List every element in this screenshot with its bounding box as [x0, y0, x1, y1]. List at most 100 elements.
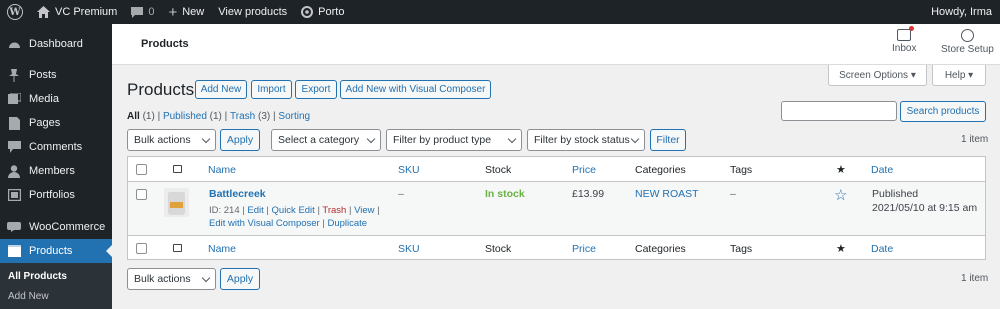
sidebar-item-dashboard[interactable]: Dashboard [0, 32, 112, 56]
product-thumbnail[interactable] [164, 188, 189, 217]
product-type-select[interactable]: Filter by product type [386, 129, 522, 151]
view-published-count: (1) [209, 111, 222, 122]
view-trash[interactable]: Trash [230, 111, 255, 122]
comments-link[interactable]: 0 [124, 0, 161, 24]
search-products-button[interactable]: Search products [900, 101, 986, 122]
product-sku: – [398, 188, 404, 200]
row-actions: ID: 214 | Edit | Quick Edit | Trash | Vi… [209, 205, 380, 229]
column-price[interactable]: Price [572, 164, 596, 176]
category-value: Select a category [278, 134, 360, 146]
porto-label: Porto [318, 6, 345, 18]
store-setup-button[interactable]: Store Setup [941, 29, 994, 55]
sidebar-label: Members [29, 165, 75, 177]
apply-button-bottom[interactable]: Apply [220, 268, 260, 290]
chevron-down-icon [201, 134, 211, 144]
add-new-visual-composer-button[interactable]: Add New with Visual Composer [340, 80, 491, 99]
category-link[interactable]: NEW ROAST [635, 188, 699, 200]
sidebar-item-portfolios[interactable]: Portfolios [0, 183, 112, 207]
column-categories: Categories [635, 243, 686, 255]
porto-link[interactable]: Porto [294, 0, 351, 24]
separator: | [221, 111, 231, 122]
bulk-actions-value: Bulk actions [134, 273, 191, 285]
bulk-actions-value: Bulk actions [134, 134, 191, 146]
trash-link[interactable]: Trash [322, 205, 346, 216]
column-date[interactable]: Date [871, 164, 893, 176]
item-count-bottom: 1 item [961, 273, 989, 284]
column-sku[interactable]: SKU [398, 243, 420, 255]
portfolio-icon [7, 188, 21, 202]
star-icon[interactable]: ★ [836, 163, 846, 176]
sidebar-item-media[interactable]: Media [0, 87, 112, 111]
product-tags: – [730, 188, 736, 200]
quick-edit-link[interactable]: Quick Edit [272, 205, 315, 216]
featured-star-icon[interactable]: ☆ [834, 186, 847, 204]
sidebar-item-pages[interactable]: Pages [0, 111, 112, 135]
inbox-label: Inbox [892, 43, 917, 54]
screen-options-label: Screen Options ▾ [839, 69, 916, 81]
search-input[interactable] [781, 101, 897, 121]
row-checkbox[interactable] [136, 189, 147, 200]
view-products-link[interactable]: View products [211, 0, 294, 24]
header-title: Products [141, 38, 189, 50]
add-new-button[interactable]: Add New [195, 80, 247, 99]
sidebar-item-products[interactable]: Products [0, 239, 112, 263]
publish-date: 2021/05/10 at 9:15 am [872, 202, 978, 214]
view-link[interactable]: View [354, 205, 374, 216]
apply-button-top[interactable]: Apply [220, 129, 260, 151]
woo-icon [7, 220, 21, 234]
new-content-link[interactable]: + New [161, 0, 211, 24]
progress-circle-icon [960, 29, 974, 42]
column-sku[interactable]: SKU [398, 164, 420, 176]
edit-visual-composer-link[interactable]: Edit with Visual Composer [209, 218, 320, 229]
stock-status: In stock [485, 188, 525, 200]
sidebar-item-members[interactable]: Members [0, 159, 112, 183]
column-name[interactable]: Name [208, 243, 236, 255]
sidebar-label: WooCommerce [29, 221, 106, 233]
export-button[interactable]: Export [295, 80, 337, 99]
stock-status-select[interactable]: Filter by stock status [527, 129, 645, 151]
column-tags: Tags [730, 243, 753, 255]
sidebar-item-posts[interactable]: Posts [0, 63, 112, 87]
stock-status-value: Filter by stock status [534, 134, 630, 146]
submenu-all-products[interactable]: All Products [0, 266, 112, 286]
column-categories: Categories [635, 164, 686, 176]
filter-button[interactable]: Filter [650, 129, 686, 151]
site-name-link[interactable]: VC Premium [30, 0, 124, 24]
comment-icon [7, 140, 21, 154]
products-icon [7, 244, 21, 258]
edit-link[interactable]: Edit [247, 205, 263, 216]
media-icon [7, 92, 21, 106]
duplicate-link[interactable]: Duplicate [327, 218, 367, 229]
product-name-link[interactable]: Battlecreek [209, 188, 266, 200]
screen-options-button[interactable]: Screen Options ▾ [828, 65, 927, 86]
submenu-add-new[interactable]: Add New [0, 286, 112, 306]
category-select[interactable]: Select a category [271, 129, 381, 151]
import-button[interactable]: Import [251, 80, 292, 99]
sidebar-item-woocommerce[interactable]: WooCommerce [0, 215, 112, 239]
column-price[interactable]: Price [572, 243, 596, 255]
chevron-down-icon [366, 134, 376, 144]
sidebar-label: Pages [29, 117, 61, 129]
help-button[interactable]: Help ▾ [932, 65, 986, 86]
sidebar-item-comments[interactable]: Comments [0, 135, 112, 159]
inbox-button[interactable]: Inbox [892, 26, 917, 54]
admin-sidebar: Dashboard Posts Media Pages Comments Mem… [0, 24, 112, 309]
view-products-label: View products [218, 6, 288, 18]
page-title: Products [127, 80, 195, 99]
column-date[interactable]: Date [871, 243, 893, 255]
wp-logo-menu[interactable]: W [0, 0, 30, 24]
select-all-checkbox-bottom[interactable] [136, 243, 147, 254]
star-icon[interactable]: ★ [836, 242, 846, 255]
account-menu[interactable]: Howdy, Irma [924, 0, 1000, 24]
separator: | [270, 111, 279, 122]
bulk-actions-select-bottom[interactable]: Bulk actions [127, 268, 216, 290]
item-count-top: 1 item [961, 134, 989, 145]
view-published[interactable]: Published [163, 111, 207, 122]
image-icon [173, 244, 182, 252]
view-all[interactable]: All [127, 111, 140, 122]
column-name[interactable]: Name [208, 164, 236, 176]
plus-icon: + [168, 3, 178, 21]
bulk-actions-select[interactable]: Bulk actions [127, 129, 216, 151]
select-all-checkbox[interactable] [136, 164, 147, 175]
view-sorting[interactable]: Sorting [278, 111, 310, 122]
